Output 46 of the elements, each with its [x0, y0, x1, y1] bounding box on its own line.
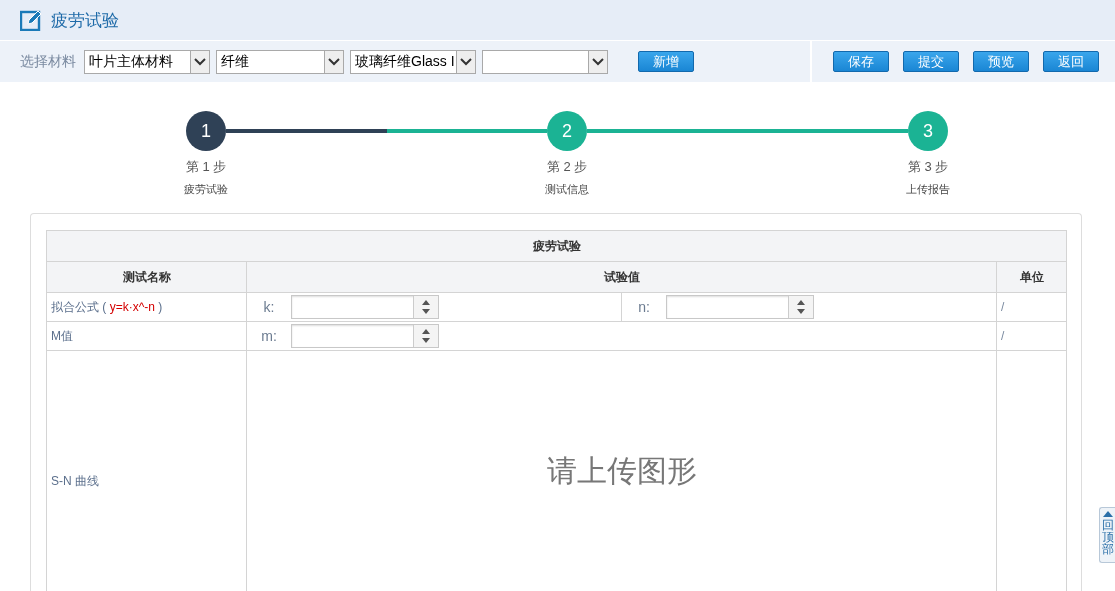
action-button[interactable]: 返回 [1043, 51, 1099, 72]
unit-text: / [1001, 329, 1005, 343]
add-button[interactable]: 新增 [638, 51, 694, 72]
row-label: S-N 曲线 [51, 473, 99, 488]
row-label: M值 [51, 328, 73, 343]
action-button[interactable]: 提交 [903, 51, 959, 72]
step-circle: 1 [186, 111, 226, 151]
chevron-down-icon [592, 57, 604, 66]
field-label: n: [637, 299, 651, 315]
step-title: 第 1 步 [185, 158, 227, 176]
spin-arrows-icon [422, 328, 430, 344]
chevron-down-icon [328, 57, 340, 66]
table-title: 疲劳试验 [46, 230, 1067, 262]
unit-text: / [1001, 300, 1005, 314]
number-field[interactable] [291, 295, 439, 319]
chevron-down-icon [460, 57, 472, 66]
page-title: 疲劳试验 [51, 9, 119, 32]
step-circle: 3 [908, 111, 948, 151]
material-dropdown[interactable] [482, 49, 608, 74]
material-label: 选择材料 [20, 52, 76, 71]
back-to-top-label: 回顶部 [1101, 519, 1114, 555]
step-circle: 2 [547, 111, 587, 151]
step-title: 第 2 步 [546, 158, 588, 176]
column-header: 试验值 [246, 261, 997, 293]
number-field[interactable] [666, 295, 814, 319]
back-to-top-button[interactable]: 回顶部 [1099, 507, 1115, 563]
action-button[interactable]: 预览 [973, 51, 1029, 72]
material-dropdown[interactable]: 玻璃纤维Glass I [350, 49, 476, 74]
number-field[interactable] [291, 324, 439, 348]
step-title: 第 3 步 [907, 158, 949, 176]
chevron-down-icon [194, 57, 206, 66]
spin-arrows-icon [797, 299, 805, 315]
step-subtitle: 上传报告 [906, 182, 950, 197]
formula-label: 拟合公式 ( y=k·x^-n ) [51, 299, 163, 314]
up-arrow-icon [1102, 511, 1113, 517]
material-dropdown[interactable]: 叶片主体材料 [84, 49, 210, 74]
column-header: 单位 [996, 261, 1067, 293]
action-button[interactable]: 保存 [833, 51, 889, 72]
field-label: m: [260, 328, 278, 344]
column-header: 测试名称 [46, 261, 247, 293]
material-dropdown[interactable]: 纤维 [216, 49, 344, 74]
spin-arrows-icon [422, 299, 430, 315]
step-subtitle: 测试信息 [545, 182, 589, 197]
edit-icon [20, 9, 42, 31]
step-subtitle: 疲劳试验 [184, 182, 228, 197]
field-label: k: [262, 299, 276, 315]
